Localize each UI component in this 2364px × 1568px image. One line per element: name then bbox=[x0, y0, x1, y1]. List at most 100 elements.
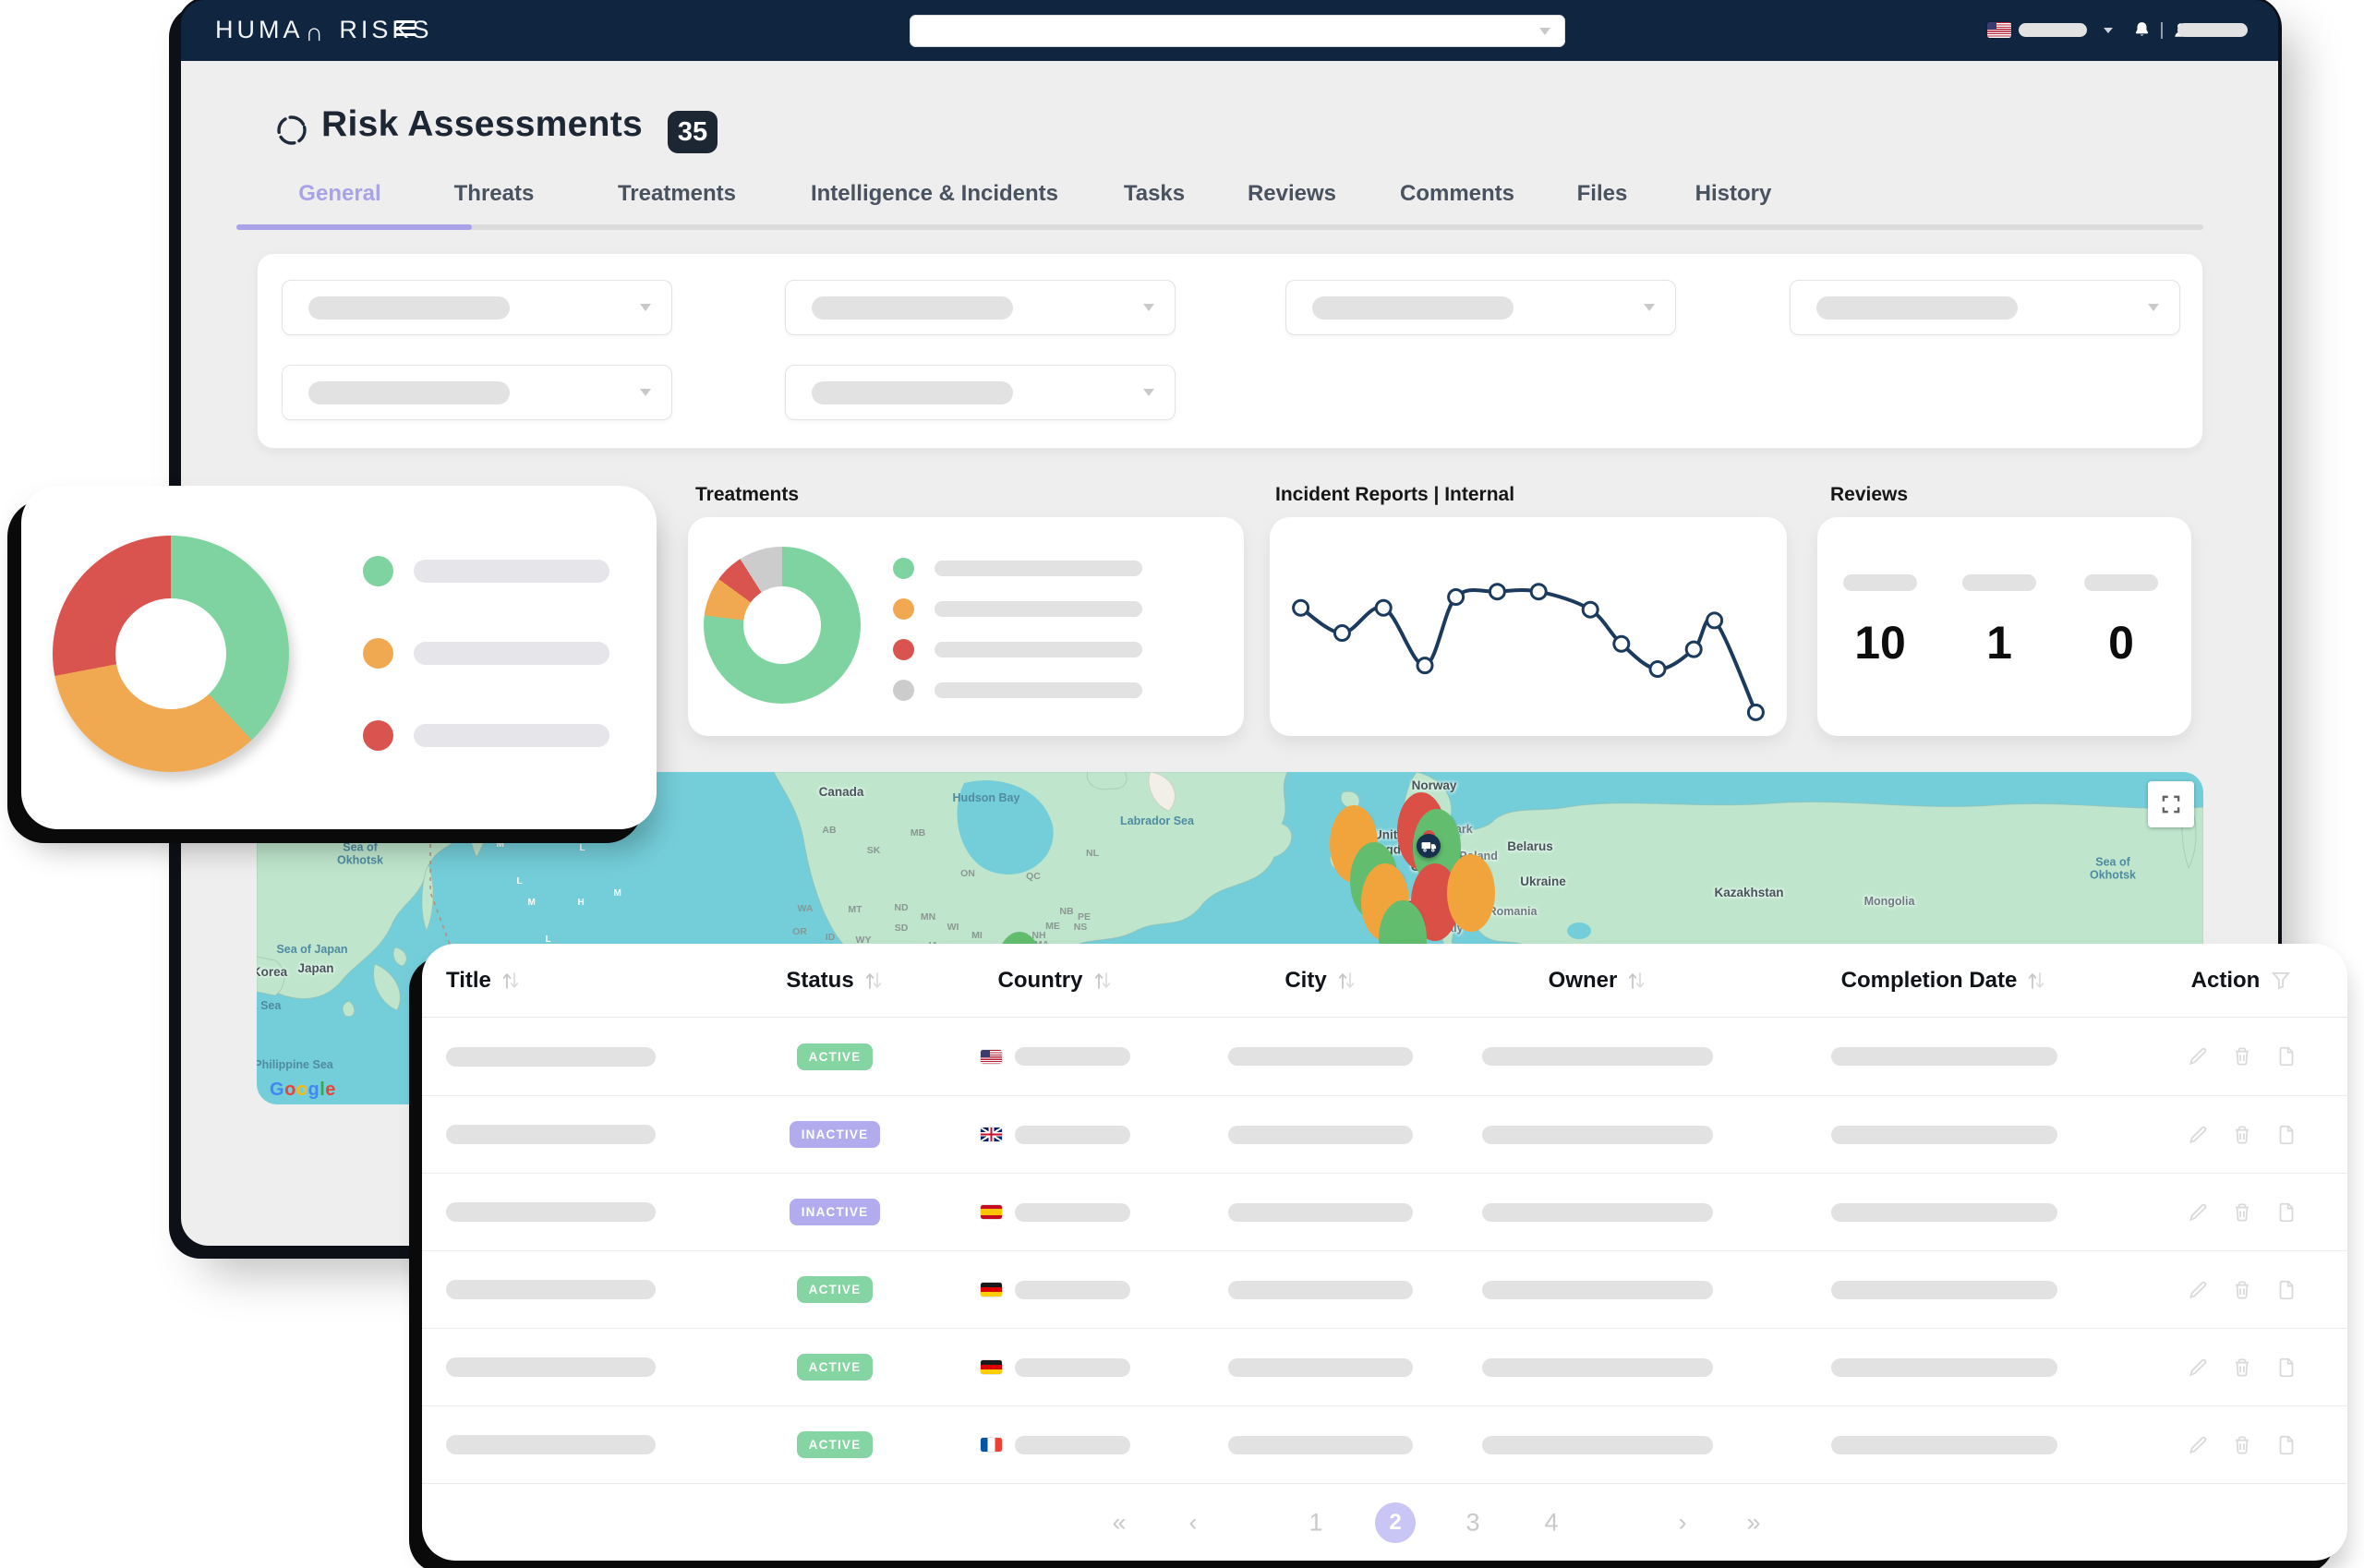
delete-trash-icon[interactable] bbox=[2230, 1433, 2254, 1457]
document-icon[interactable] bbox=[2274, 1200, 2298, 1224]
chevron-down-icon bbox=[640, 389, 651, 396]
column-header-status[interactable]: Status bbox=[732, 968, 937, 994]
map-label-belarus: Belarus bbox=[1507, 839, 1553, 854]
legend-label-skeleton bbox=[935, 561, 1142, 576]
filter-dropdown-4[interactable] bbox=[1790, 280, 2180, 335]
delete-trash-icon[interactable] bbox=[2230, 1200, 2254, 1224]
pagination-page-1[interactable]: 1 bbox=[1309, 1509, 1322, 1538]
map-marker-truck[interactable] bbox=[1417, 834, 1441, 858]
cell-owner bbox=[1468, 1436, 1727, 1454]
filter-dropdown-3[interactable] bbox=[1285, 280, 1676, 335]
map-marker-building[interactable]: M bbox=[1343, 810, 1372, 839]
document-icon[interactable] bbox=[2274, 1123, 2298, 1147]
legend-item-red bbox=[893, 639, 1142, 660]
table-row-3[interactable]: INACTIVE bbox=[422, 1173, 2347, 1250]
sort-arrows-icon[interactable] bbox=[1092, 969, 1113, 993]
filter-dropdown-2[interactable] bbox=[785, 280, 1176, 335]
tab-underline-track bbox=[236, 224, 2203, 230]
line-data-point bbox=[1449, 590, 1464, 605]
city-skeleton bbox=[1228, 1126, 1413, 1144]
table-row-4[interactable]: ACTIVE bbox=[422, 1250, 2347, 1328]
document-icon[interactable] bbox=[2274, 1044, 2298, 1068]
cell-actions bbox=[2161, 1433, 2323, 1457]
map-label-nd: ND bbox=[894, 902, 908, 913]
flag-fr-icon bbox=[981, 1438, 1002, 1452]
edit-pencil-icon[interactable] bbox=[2186, 1278, 2210, 1302]
table-row-6[interactable]: ACTIVE bbox=[422, 1405, 2347, 1483]
filter-dropdown-1[interactable] bbox=[282, 280, 672, 335]
tab-general[interactable]: General bbox=[298, 181, 380, 207]
sort-arrows-icon[interactable] bbox=[501, 969, 521, 993]
tab-threats[interactable]: Threats bbox=[454, 181, 535, 207]
completion-date-skeleton bbox=[1831, 1358, 2057, 1377]
username-skeleton bbox=[2177, 23, 2248, 37]
tab-tasks[interactable]: Tasks bbox=[1124, 181, 1185, 207]
tab-history[interactable]: History bbox=[1695, 181, 1772, 207]
edit-pencil-icon[interactable] bbox=[2186, 1123, 2210, 1147]
pagination-next[interactable]: › bbox=[1679, 1509, 1687, 1538]
sort-arrows-icon[interactable] bbox=[863, 969, 884, 993]
table-row-1[interactable]: ACTIVE bbox=[422, 1018, 2347, 1095]
chevron-down-icon[interactable] bbox=[2104, 28, 2113, 33]
column-header-completion-date[interactable]: Completion Date bbox=[1727, 968, 2161, 994]
tab-intelligence-incidents[interactable]: Intelligence & Incidents bbox=[811, 181, 1058, 207]
table-row-5[interactable]: ACTIVE bbox=[422, 1328, 2347, 1405]
pagination-first[interactable]: « bbox=[1112, 1509, 1126, 1538]
edit-pencil-icon[interactable] bbox=[2186, 1044, 2210, 1068]
map-fullscreen-button[interactable] bbox=[2148, 781, 2194, 827]
cell-completion-date bbox=[1727, 1281, 2161, 1299]
line-data-point bbox=[1707, 613, 1722, 628]
pagination-page-2[interactable]: 2 bbox=[1375, 1502, 1416, 1543]
sort-arrows-icon[interactable] bbox=[2026, 969, 2046, 993]
column-header-action[interactable]: Action bbox=[2161, 968, 2323, 994]
tab-files[interactable]: Files bbox=[1577, 181, 1628, 207]
delete-trash-icon[interactable] bbox=[2230, 1356, 2254, 1380]
language-flag-us-icon[interactable] bbox=[1987, 22, 2011, 38]
column-header-city[interactable]: City bbox=[1173, 968, 1468, 994]
delete-trash-icon[interactable] bbox=[2230, 1044, 2254, 1068]
map-label-ns: NS bbox=[1074, 922, 1088, 933]
line-data-point bbox=[1376, 600, 1391, 615]
map-label-nl: NL bbox=[1086, 848, 1099, 859]
map-label-canada: Canada bbox=[819, 785, 864, 800]
line-data-point bbox=[1686, 642, 1701, 657]
city-skeleton bbox=[1228, 1203, 1413, 1222]
legend-label-skeleton bbox=[935, 601, 1142, 617]
edit-pencil-icon[interactable] bbox=[2186, 1200, 2210, 1224]
map-marker-building[interactable]: L bbox=[1392, 905, 1421, 935]
filter-funnel-icon[interactable] bbox=[2269, 969, 2293, 993]
filter-dropdown-5[interactable] bbox=[282, 365, 672, 420]
filter-dropdown-6[interactable] bbox=[785, 365, 1176, 420]
delete-trash-icon[interactable] bbox=[2230, 1278, 2254, 1302]
table-row-2[interactable]: INACTIVE bbox=[422, 1095, 2347, 1173]
edit-pencil-icon[interactable] bbox=[2186, 1433, 2210, 1457]
review-label-skeleton bbox=[2084, 574, 2158, 591]
map-label-sk: SK bbox=[867, 845, 881, 856]
pagination-prev[interactable]: ‹ bbox=[1189, 1509, 1198, 1538]
document-icon[interactable] bbox=[2274, 1278, 2298, 1302]
cell-country bbox=[937, 1436, 1173, 1454]
map-marker-factory[interactable]: M bbox=[1458, 859, 1490, 890]
sort-arrows-icon[interactable] bbox=[1626, 969, 1646, 993]
pagination-page-4[interactable]: 4 bbox=[1544, 1509, 1558, 1538]
treatments-legend bbox=[893, 558, 1142, 701]
document-icon[interactable] bbox=[2274, 1356, 2298, 1380]
review-stat-value: 0 bbox=[2070, 616, 2172, 669]
pagination-page-3[interactable]: 3 bbox=[1465, 1509, 1479, 1538]
cell-owner bbox=[1468, 1203, 1727, 1222]
column-header-title[interactable]: Title bbox=[446, 968, 732, 994]
document-icon[interactable] bbox=[2274, 1433, 2298, 1457]
map-marker-truck[interactable]: M bbox=[1376, 868, 1404, 896]
tab-comments[interactable]: Comments bbox=[1400, 181, 1514, 207]
pagination-last[interactable]: » bbox=[1746, 1509, 1760, 1538]
sort-arrows-icon[interactable] bbox=[1336, 969, 1357, 993]
column-header-country[interactable]: Country bbox=[937, 968, 1173, 994]
owner-skeleton bbox=[1482, 1281, 1713, 1299]
delete-trash-icon[interactable] bbox=[2230, 1123, 2254, 1147]
tab-reviews[interactable]: Reviews bbox=[1248, 181, 1336, 207]
edit-pencil-icon[interactable] bbox=[2186, 1356, 2210, 1380]
column-header-owner[interactable]: Owner bbox=[1468, 968, 1727, 994]
tab-treatments[interactable]: Treatments bbox=[618, 181, 736, 207]
chevron-down-icon bbox=[640, 304, 651, 311]
notifications-bell-icon[interactable] bbox=[2131, 19, 2153, 41]
